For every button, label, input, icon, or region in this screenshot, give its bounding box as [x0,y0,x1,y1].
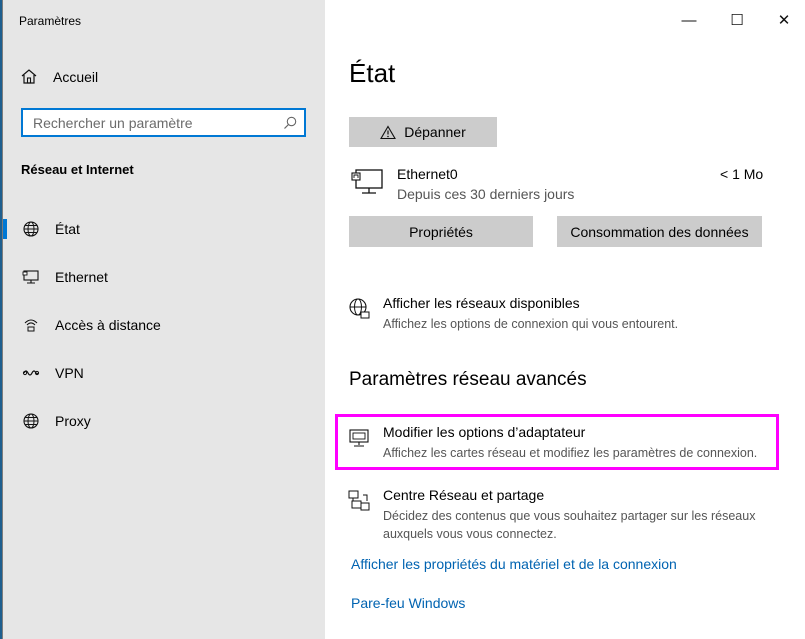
sidebar-item-vpn[interactable]: VPN [3,358,325,388]
sidebar-item-label: VPN [55,365,84,381]
ethernet-usage: < 1 Mo [720,166,764,182]
sidebar-item-label: Accès à distance [55,317,161,333]
sharing-center-desc: Décidez des contenus que vous souhaitez … [383,509,756,541]
adapter-options-item[interactable]: Modifier les options d’adaptateur Affich… [347,424,757,462]
show-networks-item[interactable]: Afficher les réseaux disponibles Affiche… [347,295,678,333]
sidebar-item-etat[interactable]: État [3,214,325,244]
troubleshoot-button[interactable]: Dépanner [349,117,497,147]
sidebar-item-label: État [55,221,80,237]
properties-button[interactable]: Propriétés [349,216,533,247]
search-box[interactable] [21,108,306,137]
show-networks-title: Afficher les réseaux disponibles [383,295,580,311]
settings-window: Paramètres Accueil Réseau et Internet Ét… [2,0,805,639]
main-content: — ☐ ✕ État Dépanner Ethernet0 Depuis ces… [325,0,805,639]
troubleshoot-label: Dépanner [404,124,466,140]
close-button[interactable]: ✕ [766,6,802,34]
app-title: Paramètres [19,14,82,28]
maximize-button[interactable]: ☐ [719,6,755,34]
globe-icon [21,219,41,239]
page-title: État [349,58,396,88]
adapter-options-title: Modifier les options d’adaptateur [383,424,586,440]
dialup-icon [21,315,41,335]
adapter-options-desc: Affichez les cartes réseau et modifiez l… [383,446,758,460]
hardware-properties-link[interactable]: Afficher les propriétés du matériel et d… [351,556,677,572]
nav-home-label: Accueil [53,69,99,85]
globe-icon [21,411,41,431]
sharing-center-title: Centre Réseau et partage [383,487,545,503]
home-icon [19,67,39,87]
search-icon[interactable] [282,115,298,136]
sharing-center-item[interactable]: Centre Réseau et partage Décidez des con… [347,487,777,543]
sidebar-section-title: Réseau et Internet [21,162,134,177]
sidebar-item-acces-distance[interactable]: Accès à distance [3,310,325,340]
advanced-heading: Paramètres réseau avancés [349,369,587,390]
sidebar-item-proxy[interactable]: Proxy [3,406,325,436]
sharing-icon [347,489,370,511]
sidebar: Paramètres Accueil Réseau et Internet Ét… [3,0,325,639]
search-input[interactable] [23,110,273,135]
data-usage-button[interactable]: Consommation des données [557,216,762,247]
sidebar-item-label: Ethernet [55,269,108,285]
warning-icon [380,124,397,140]
sidebar-item-label: Proxy [55,413,91,429]
network-adapter-icon [347,426,369,447]
minimize-button[interactable]: — [671,6,707,34]
globe-network-icon [347,297,370,319]
firewall-link[interactable]: Pare-feu Windows [351,595,465,611]
ethernet-status-icon [351,168,385,201]
show-networks-desc: Affichez les options de connexion qui vo… [383,317,679,331]
vpn-icon [21,363,41,383]
sidebar-item-ethernet[interactable]: Ethernet [3,262,325,292]
nav-home[interactable]: Accueil [19,65,98,89]
ethernet-icon [21,267,41,287]
ethernet-name: Ethernet0 [397,166,458,182]
ethernet-period: Depuis ces 30 derniers jours [397,186,575,202]
